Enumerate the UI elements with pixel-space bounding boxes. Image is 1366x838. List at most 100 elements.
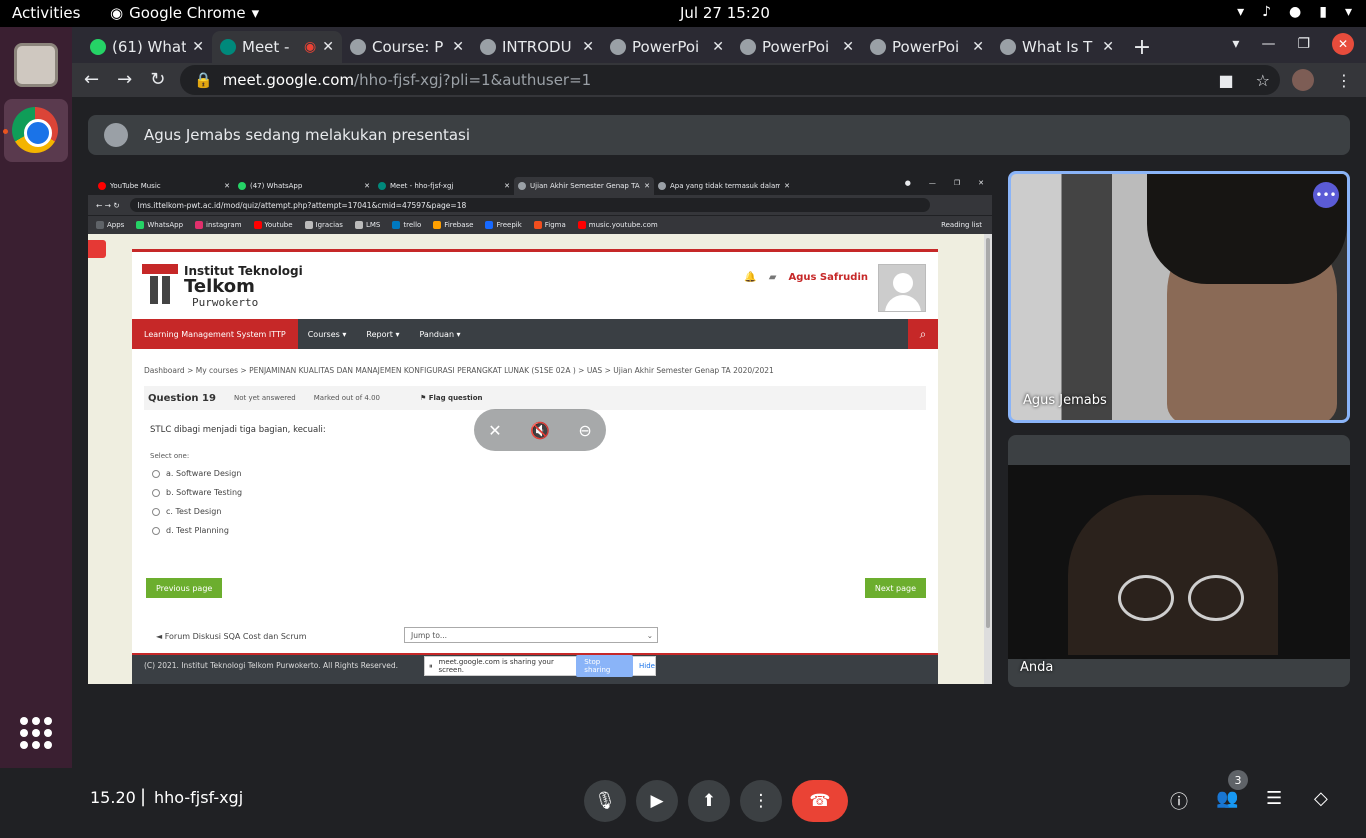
toolbar: ← → ↻ 🔒 meet.google.com/hho-fjsf-xgj?pli=1&…	[72, 63, 1366, 97]
tab-powerpoint-1[interactable]: PowerPoi ✕	[602, 31, 732, 63]
chevron-down-icon: ▾	[251, 4, 260, 22]
unpin-icon[interactable]: ✕	[488, 421, 501, 440]
shared-tab: Apa yang tidak termasuk dalam ✕	[654, 177, 794, 195]
chrome-icon[interactable]	[12, 107, 58, 153]
option-c: c. Test Design	[152, 507, 221, 516]
close-icon[interactable]: ✕	[452, 39, 464, 55]
bookmark: music.youtube.com	[577, 221, 658, 229]
bookmark: Igracias	[304, 221, 343, 229]
address-bar[interactable]: 🔒 meet.google.com/hho-fjsf-xgj?pli=1&auth…	[180, 65, 1280, 95]
mic-button[interactable]: 🎙	[584, 780, 626, 822]
shared-tab-title: Ujian Akhir Semester Genap TA 2	[530, 182, 641, 190]
lms-content: Institut Teknologi Telkom Purwokerto 🔔 ▰ Agu…	[132, 249, 938, 684]
new-tab-button[interactable]: +	[1122, 31, 1162, 63]
remove-icon[interactable]: ⊖	[578, 421, 591, 440]
close-icon[interactable]: ✕	[322, 39, 334, 55]
close-icon[interactable]: ✕	[192, 39, 204, 55]
bookmark: Apps	[96, 221, 124, 229]
google-icon	[658, 182, 666, 190]
tab-powerpoint-3[interactable]: PowerPoi ✕	[862, 31, 992, 63]
breadcrumb: Dashboard > My courses > PENJAMINAN KUAL…	[144, 366, 774, 375]
tab-course[interactable]: Course: P ✕	[342, 31, 472, 63]
end-call-button[interactable]: ☎	[792, 780, 848, 822]
close-icon[interactable]: ✕	[842, 39, 854, 55]
maximize-button[interactable]: ❐	[1297, 36, 1310, 52]
mute-icon[interactable]: 🔇	[530, 421, 550, 440]
participant-name: Agus Jemabs	[1023, 393, 1107, 408]
people-icon[interactable]: 👥	[1216, 788, 1238, 809]
info-icon[interactable]: ⓘ	[1170, 788, 1188, 814]
more-options-icon[interactable]: •••	[1313, 182, 1339, 208]
option-label: d. Test Planning	[166, 526, 229, 535]
shared-toolbar: ← → ↻ lms.ittelkom-pwt.ac.id/mod/quiz/att…	[88, 195, 992, 215]
bookmark: Youtube	[253, 221, 293, 229]
files-icon[interactable]	[14, 43, 58, 87]
participant-tile-self[interactable]: Anda	[1008, 435, 1350, 687]
present-icon: ⬆	[701, 791, 717, 811]
tab-powerpoint-2[interactable]: PowerPoi ✕	[732, 31, 862, 63]
tab-whatsapp[interactable]: (61) What ✕	[82, 31, 212, 63]
activities-icon[interactable]: ◇	[1314, 788, 1328, 809]
bell-icon: 🔔	[744, 272, 757, 283]
system-tray[interactable]: ▾ ♪ ● ▮ ▾	[1237, 4, 1352, 20]
bookmark: LMS	[354, 221, 380, 229]
close-icon[interactable]: ✕	[972, 39, 984, 55]
tab-title: Meet -	[242, 38, 290, 56]
shared-tab: YouTube Music ✕	[94, 177, 234, 195]
participant-name: Anda	[1020, 660, 1054, 675]
shared-tab: Meet - hho-fjsf-xgj ✕	[374, 177, 514, 195]
more-icon[interactable]: ⋮	[1336, 71, 1352, 90]
camera-button[interactable]: ▶	[636, 780, 678, 822]
user-avatar	[878, 264, 926, 312]
system-top-bar: Activities ◉ Google Chrome ▾ Jul 27 15:20 …	[0, 0, 1366, 27]
participant-tile-agus[interactable]: ••• Agus Jemabs	[1008, 171, 1350, 423]
meeting-code[interactable]: hho-fjsf-xgj	[154, 788, 243, 807]
forward-icon[interactable]: →	[117, 69, 132, 90]
shared-window-controls: ● — ❐ ✕	[904, 179, 984, 187]
glasses-detail	[1118, 575, 1174, 621]
close-icon[interactable]: ✕	[1102, 39, 1114, 55]
tab-what-is[interactable]: What Is T ✕	[992, 31, 1122, 63]
app-menu[interactable]: ◉ Google Chrome ▾	[110, 4, 259, 22]
tab-meet[interactable]: Meet - ◉ ✕	[212, 31, 342, 63]
back-icon[interactable]: ←	[84, 69, 99, 90]
tab-search-icon[interactable]: ▾	[1232, 36, 1239, 52]
star-icon[interactable]: ☆	[1256, 71, 1270, 90]
shared-url: lms.ittelkom-pwt.ac.id/mod/quiz/attempt.…	[129, 198, 930, 212]
radio	[152, 488, 160, 497]
activities-button[interactable]: Activities	[12, 4, 80, 22]
minimize-button[interactable]: —	[1261, 36, 1275, 52]
close-icon[interactable]: ✕	[712, 39, 724, 55]
whatsapp-icon	[238, 182, 246, 190]
tab-title: What Is T	[1022, 38, 1093, 56]
presentation-tile[interactable]: YouTube Music ✕ (47) WhatsApp ✕ Meet - hho…	[88, 175, 992, 684]
sharing-notice: ⏸ meet.google.com is sharing your screen.…	[424, 655, 656, 677]
show-applications-icon[interactable]	[20, 717, 52, 749]
phone-icon: ☎	[809, 791, 831, 811]
pause-icon: ⏸	[429, 661, 433, 670]
nav-panduan: Panduan ▾	[419, 329, 461, 339]
bookmark-label: Apps	[107, 221, 125, 229]
hide-button: Hide	[639, 662, 655, 670]
close-icon[interactable]: ✕	[582, 39, 594, 55]
present-button[interactable]: ⬆	[688, 780, 730, 822]
camera-icon[interactable]: ■	[1219, 71, 1234, 90]
nav-report: Report ▾	[366, 329, 400, 339]
profile-avatar[interactable]	[1292, 69, 1314, 91]
more-options-button[interactable]: ⋮	[740, 780, 782, 822]
clock[interactable]: Jul 27 15:20	[680, 4, 770, 22]
chat-icon[interactable]: ☰	[1266, 788, 1282, 809]
running-indicator	[3, 129, 8, 134]
option-d: d. Test Planning	[152, 526, 229, 535]
user-menu: 🔔 ▰ Agus Safrudin	[744, 272, 868, 283]
tab-introduction[interactable]: INTRODU ✕	[472, 31, 602, 63]
meet-icon	[220, 39, 236, 55]
close-window-button[interactable]: ✕	[1332, 33, 1354, 55]
logo-mark-icon	[142, 264, 178, 304]
bookmark: instagram	[195, 221, 242, 229]
url-host: meet.google.com	[222, 71, 355, 89]
radio	[152, 469, 160, 478]
reload-icon[interactable]: ↻	[150, 69, 165, 90]
bookmark-label: WhatsApp	[147, 221, 184, 229]
stop-sharing-button: Stop sharing	[576, 655, 634, 677]
